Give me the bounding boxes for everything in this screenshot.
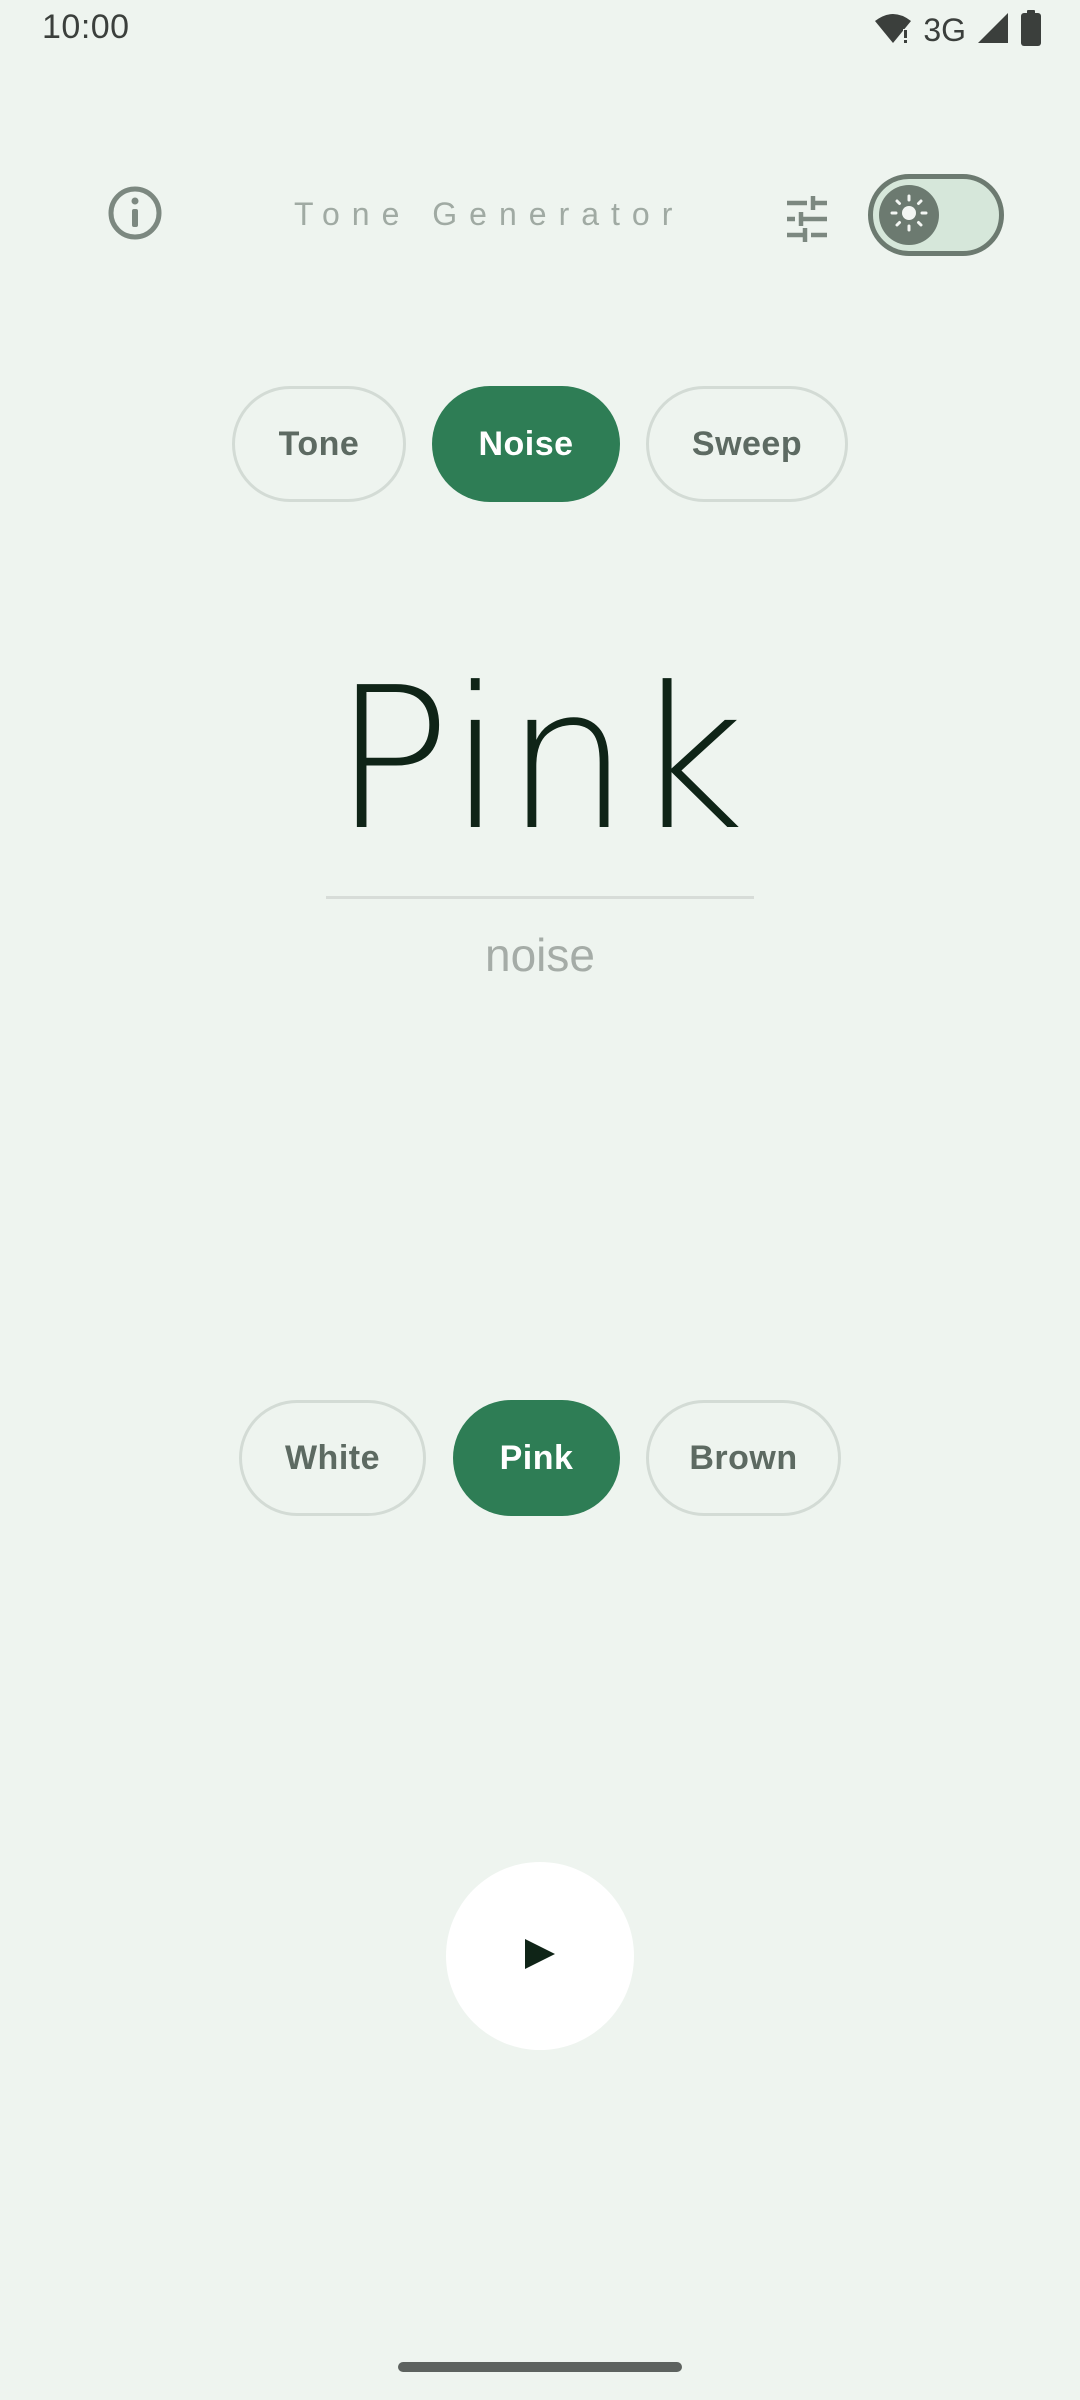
noise-type-selector: White Pink Brown xyxy=(0,1400,1080,1516)
cell-signal-icon xyxy=(976,11,1010,50)
tab-sweep[interactable]: Sweep xyxy=(646,386,848,502)
battery-icon xyxy=(1020,9,1042,51)
noise-option-pink[interactable]: Pink xyxy=(453,1400,620,1516)
info-button[interactable] xyxy=(106,186,164,244)
mode-tabs: Tone Noise Sweep xyxy=(0,386,1080,502)
status-icons: 3G xyxy=(873,9,1042,51)
tab-noise[interactable]: Noise xyxy=(432,386,620,502)
top-app-bar: Tone Generator xyxy=(0,150,1080,280)
sun-icon xyxy=(889,193,929,238)
gesture-navigation-bar[interactable] xyxy=(398,2362,682,2372)
status-time: 10:00 xyxy=(42,8,130,46)
network-type-label: 3G xyxy=(923,11,966,48)
noise-option-white[interactable]: White xyxy=(239,1400,426,1516)
tune-button[interactable] xyxy=(778,192,836,250)
tab-tone[interactable]: Tone xyxy=(232,386,406,502)
wifi-icon xyxy=(873,11,913,50)
display-subtitle: noise xyxy=(485,929,595,981)
info-icon xyxy=(107,185,163,246)
status-bar: 10:00 3G xyxy=(0,0,1080,60)
noise-type-display: Pink xyxy=(0,650,1080,870)
theme-toggle-thumb xyxy=(879,185,939,245)
display-divider xyxy=(326,896,754,899)
app-title: Tone Generator xyxy=(294,196,685,232)
display-main-text: Pink xyxy=(332,646,748,874)
theme-toggle[interactable] xyxy=(868,174,1004,256)
play-button[interactable] xyxy=(446,1862,634,2050)
play-icon xyxy=(523,1937,557,1976)
noise-option-brown[interactable]: Brown xyxy=(646,1400,841,1516)
tune-icon xyxy=(783,195,831,248)
